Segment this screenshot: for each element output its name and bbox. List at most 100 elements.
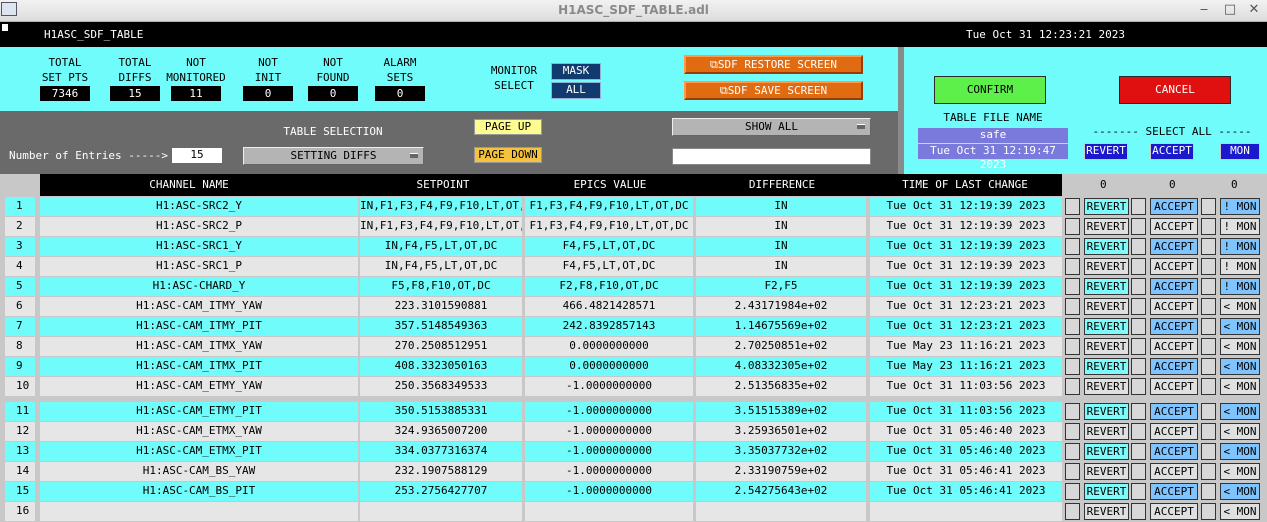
accept-button[interactable]: ACCEPT (1150, 278, 1198, 295)
mon-checkbox[interactable] (1201, 463, 1216, 480)
sdf-restore-screen-button[interactable]: ⧉SDF RESTORE SCREEN (684, 55, 863, 74)
accept-checkbox[interactable] (1131, 218, 1146, 235)
revert-checkbox[interactable] (1065, 483, 1080, 500)
revert-checkbox[interactable] (1065, 218, 1080, 235)
revert-checkbox[interactable] (1065, 443, 1080, 460)
mask-button[interactable]: MASK (551, 63, 601, 80)
revert-button[interactable]: REVERT (1084, 218, 1129, 235)
revert-checkbox[interactable] (1065, 463, 1080, 480)
revert-checkbox[interactable] (1065, 258, 1080, 275)
revert-button[interactable]: REVERT (1084, 423, 1129, 440)
mon-button[interactable]: < MON (1220, 503, 1260, 520)
revert-button[interactable]: REVERT (1084, 278, 1129, 295)
accept-button[interactable]: ACCEPT (1150, 338, 1198, 355)
accept-button[interactable]: ACCEPT (1150, 318, 1198, 335)
revert-button[interactable]: REVERT (1084, 338, 1129, 355)
revert-checkbox[interactable] (1065, 298, 1080, 315)
mon-checkbox[interactable] (1201, 503, 1216, 520)
revert-checkbox[interactable] (1065, 198, 1080, 215)
accept-checkbox[interactable] (1131, 198, 1146, 215)
revert-checkbox[interactable] (1065, 503, 1080, 520)
minimize-icon[interactable]: ‒ (1196, 2, 1212, 18)
mon-button[interactable]: < MON (1220, 378, 1260, 395)
mon-checkbox[interactable] (1201, 278, 1216, 295)
table-selection-menu[interactable]: SETTING DIFFS (243, 147, 424, 165)
mon-checkbox[interactable] (1201, 218, 1216, 235)
page-down-button[interactable]: PAGE DOWN (474, 147, 542, 163)
revert-button[interactable]: REVERT (1084, 378, 1129, 395)
mon-checkbox[interactable] (1201, 238, 1216, 255)
mon-button[interactable]: < MON (1220, 443, 1260, 460)
revert-checkbox[interactable] (1065, 238, 1080, 255)
accept-checkbox[interactable] (1131, 443, 1146, 460)
accept-checkbox[interactable] (1131, 358, 1146, 375)
mon-button[interactable]: < MON (1220, 483, 1260, 500)
mon-button[interactable]: ! MON (1220, 218, 1260, 235)
mon-checkbox[interactable] (1201, 443, 1216, 460)
mon-checkbox[interactable] (1201, 258, 1216, 275)
mon-button[interactable]: < MON (1220, 423, 1260, 440)
accept-checkbox[interactable] (1131, 338, 1146, 355)
mon-button[interactable]: ! MON (1220, 198, 1260, 215)
accept-checkbox[interactable] (1131, 278, 1146, 295)
mon-checkbox[interactable] (1201, 483, 1216, 500)
revert-button[interactable]: REVERT (1084, 463, 1129, 480)
mon-button[interactable]: ! MON (1220, 238, 1260, 255)
mon-checkbox[interactable] (1201, 378, 1216, 395)
accept-button[interactable]: ACCEPT (1150, 238, 1198, 255)
revert-checkbox[interactable] (1065, 358, 1080, 375)
accept-checkbox[interactable] (1131, 258, 1146, 275)
accept-checkbox[interactable] (1131, 463, 1146, 480)
revert-button[interactable]: REVERT (1084, 318, 1129, 335)
accept-checkbox[interactable] (1131, 238, 1146, 255)
show-all-menu[interactable]: SHOW ALL (672, 118, 871, 136)
accept-button[interactable]: ACCEPT (1150, 403, 1198, 420)
accept-checkbox[interactable] (1131, 378, 1146, 395)
revert-checkbox[interactable] (1065, 423, 1080, 440)
accept-checkbox[interactable] (1131, 483, 1146, 500)
accept-button[interactable]: ACCEPT (1150, 198, 1198, 215)
revert-checkbox[interactable] (1065, 338, 1080, 355)
mon-checkbox[interactable] (1201, 403, 1216, 420)
accept-button[interactable]: ACCEPT (1150, 503, 1198, 520)
sdf-save-screen-button[interactable]: ⧉SDF SAVE SCREEN (684, 81, 863, 100)
confirm-button[interactable]: CONFIRM (934, 76, 1046, 104)
accept-checkbox[interactable] (1131, 503, 1146, 520)
accept-button[interactable]: ACCEPT (1150, 443, 1198, 460)
accept-checkbox[interactable] (1131, 403, 1146, 420)
revert-button[interactable]: REVERT (1084, 403, 1129, 420)
all-button[interactable]: ALL (551, 82, 601, 99)
maximize-icon[interactable]: □ (1222, 2, 1238, 18)
accept-button[interactable]: ACCEPT (1150, 218, 1198, 235)
close-icon[interactable]: ✕ (1246, 2, 1262, 18)
mon-button[interactable]: < MON (1220, 298, 1260, 315)
mon-button[interactable]: < MON (1220, 358, 1260, 375)
revert-checkbox[interactable] (1065, 278, 1080, 295)
accept-checkbox[interactable] (1131, 298, 1146, 315)
filter-input[interactable] (672, 148, 871, 165)
accept-button[interactable]: ACCEPT (1150, 483, 1198, 500)
revert-button[interactable]: REVERT (1084, 238, 1129, 255)
revert-button[interactable]: REVERT (1084, 258, 1129, 275)
accept-checkbox[interactable] (1131, 423, 1146, 440)
accept-button[interactable]: ACCEPT (1150, 378, 1198, 395)
revert-button[interactable]: REVERT (1084, 198, 1129, 215)
accept-button[interactable]: ACCEPT (1150, 258, 1198, 275)
accept-button[interactable]: ACCEPT (1150, 358, 1198, 375)
mon-button[interactable]: < MON (1220, 403, 1260, 420)
mon-all-button[interactable]: MON (1220, 143, 1260, 160)
revert-checkbox[interactable] (1065, 403, 1080, 420)
mon-checkbox[interactable] (1201, 358, 1216, 375)
accept-all-button[interactable]: ACCEPT (1150, 143, 1194, 160)
accept-button[interactable]: ACCEPT (1150, 423, 1198, 440)
revert-checkbox[interactable] (1065, 318, 1080, 335)
revert-button[interactable]: REVERT (1084, 443, 1129, 460)
revert-all-button[interactable]: REVERT (1084, 143, 1128, 160)
mon-checkbox[interactable] (1201, 318, 1216, 335)
revert-button[interactable]: REVERT (1084, 358, 1129, 375)
mon-checkbox[interactable] (1201, 298, 1216, 315)
mon-button[interactable]: < MON (1220, 318, 1260, 335)
revert-button[interactable]: REVERT (1084, 503, 1129, 520)
revert-button[interactable]: REVERT (1084, 483, 1129, 500)
page-up-button[interactable]: PAGE UP (474, 119, 542, 135)
